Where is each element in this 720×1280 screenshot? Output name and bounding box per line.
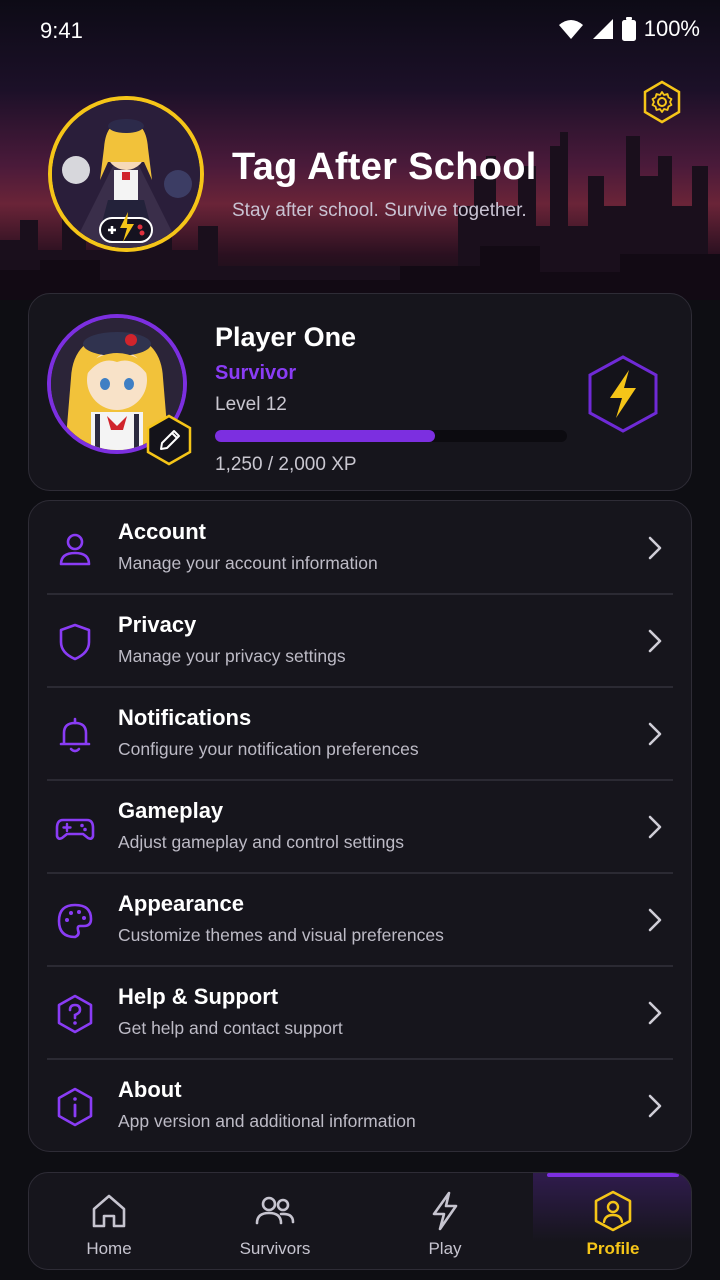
settings-row-subtitle: Get help and contact support [118, 1018, 343, 1038]
xp-progress-fill [215, 430, 435, 442]
nav-label: Home [86, 1239, 132, 1258]
bell-icon [59, 717, 91, 753]
xp-progress-bar [215, 430, 567, 442]
settings-row-title: Appearance [118, 891, 244, 916]
player-name: Player One [215, 322, 357, 352]
battery-icon [621, 17, 636, 41]
settings-row-title: About [118, 1077, 182, 1102]
nav-item-profile[interactable]: Profile [533, 1173, 691, 1269]
battery-percentage: 100% [643, 16, 700, 41]
settings-row-privacy[interactable]: Privacy Manage your privacy settings [47, 594, 673, 686]
settings-row-help-support[interactable]: Help & Support Get help and contact supp… [47, 966, 673, 1058]
pencil-icon [146, 414, 192, 466]
profile-card: Player One Survivor Level 12 1,250 / 2,0… [28, 293, 692, 491]
nav-item-home[interactable]: Home [29, 1173, 189, 1269]
status-time: 9:41 [40, 18, 83, 43]
player-rank: Survivor [215, 362, 297, 384]
palette-icon [57, 903, 93, 939]
nav-item-play[interactable]: Play [365, 1173, 525, 1269]
settings-row-subtitle: Manage your privacy settings [118, 646, 346, 666]
home-icon [92, 1194, 126, 1228]
bottom-navigation: Home Survivors Play Profile [28, 1172, 692, 1270]
rank-badge [585, 354, 661, 434]
settings-button[interactable] [640, 80, 684, 124]
app-logo [48, 96, 204, 252]
settings-row-subtitle: Manage your account information [118, 553, 378, 573]
settings-row-title: Account [118, 519, 206, 544]
settings-row-account[interactable]: Account Manage your account information [47, 501, 673, 593]
settings-row-title: Notifications [118, 705, 252, 730]
chevron-right-icon [648, 536, 662, 560]
user-icon [59, 533, 91, 566]
settings-row-gameplay[interactable]: Gameplay Adjust gameplay and control set… [47, 780, 673, 872]
xp-text: 1,250 / 2,000 XP [215, 454, 357, 475]
profile-screen: 9:41 100% Tag After School Stay after sc… [0, 0, 720, 1280]
cellular-signal-icon [592, 19, 613, 39]
status-bar: 9:41 100% [0, 0, 720, 62]
chevron-right-icon [648, 815, 662, 839]
users-icon [255, 1196, 295, 1225]
gear-icon [643, 80, 681, 124]
nav-label: Survivors [239, 1239, 311, 1258]
chevron-right-icon [648, 722, 662, 746]
nav-label: Play [428, 1239, 462, 1258]
settings-row-subtitle: Customize themes and visual preferences [118, 925, 444, 945]
settings-row-title: Gameplay [118, 798, 224, 823]
settings-row-subtitle: Adjust gameplay and control settings [118, 832, 404, 852]
chevron-right-icon [648, 1094, 662, 1118]
chevron-right-icon [648, 1001, 662, 1025]
settings-row-notifications[interactable]: Notifications Configure your notificatio… [47, 687, 673, 779]
gamepad-icon [55, 818, 95, 840]
settings-row-subtitle: Configure your notification preferences [118, 739, 419, 759]
settings-row-title: Privacy [118, 612, 197, 637]
edit-avatar-button[interactable] [145, 414, 193, 466]
chevron-right-icon [648, 629, 662, 653]
profile-icon [594, 1190, 632, 1232]
app-subtitle: Stay after school. Survive together. [232, 200, 527, 221]
app-title: Tag After School [232, 146, 537, 188]
settings-list: Account Manage your account information … [28, 500, 692, 1152]
player-level: Level 12 [215, 394, 287, 415]
settings-row-about[interactable]: About App version and additional informa… [47, 1059, 673, 1151]
settings-row-subtitle: App version and additional information [118, 1111, 416, 1131]
logo-artwork [52, 100, 200, 248]
lightning-badge-icon [588, 355, 658, 433]
nav-label: Profile [586, 1239, 640, 1258]
info-icon [57, 1087, 93, 1127]
settings-row-appearance[interactable]: Appearance Customize themes and visual p… [47, 873, 673, 965]
nav-item-survivors[interactable]: Survivors [195, 1173, 355, 1269]
settings-row-title: Help & Support [118, 984, 279, 1009]
help-icon [57, 994, 93, 1034]
status-icons: 100% [558, 16, 700, 42]
active-indicator [547, 1173, 679, 1177]
shield-icon [59, 623, 91, 661]
chevron-right-icon [648, 908, 662, 932]
lightning-icon [432, 1191, 458, 1231]
wifi-icon [558, 20, 583, 39]
